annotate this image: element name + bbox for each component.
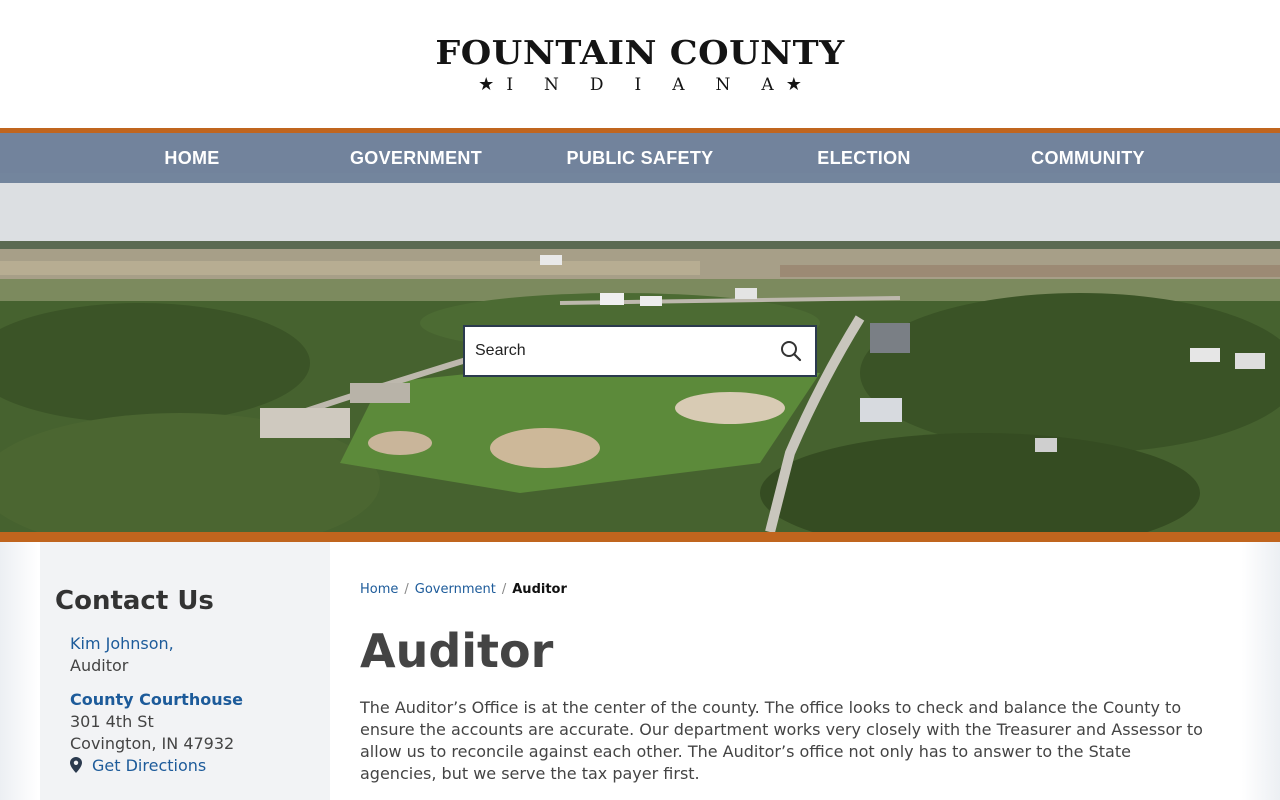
contact-role: Auditor [70, 656, 129, 675]
breadcrumb-home[interactable]: Home [360, 582, 398, 597]
page-title: Auditor [360, 624, 554, 678]
breadcrumb-separator: / [501, 582, 507, 597]
get-directions-label: Get Directions [92, 756, 207, 775]
star-icon: ★ [785, 74, 802, 95]
intro-paragraph: The Auditor’s Office is at the center of… [360, 698, 1203, 783]
contact-name-link[interactable]: Kim Johnson, [70, 634, 174, 653]
address-line2: Covington, IN 47932 [70, 734, 235, 753]
breadcrumb-government[interactable]: Government [415, 582, 496, 597]
logo-title: FOUNTAIN COUNTY [435, 33, 845, 72]
hero-accent-bar [0, 532, 1280, 542]
breadcrumb-current: Auditor [512, 582, 567, 597]
address-line1: 301 4th St [70, 712, 154, 731]
search-button[interactable] [767, 327, 815, 375]
contact-sidebar: Contact Us Kim Johnson, Auditor County C… [40, 542, 330, 800]
star-icon: ★ [478, 74, 495, 95]
get-directions-link[interactable]: Get Directions [70, 756, 206, 775]
contact-heading: Contact Us [55, 586, 214, 616]
logo-subtitle: ★ INDIANA ★ [0, 74, 1280, 95]
nav-public-safety[interactable]: PUBLIC SAFETY [528, 133, 752, 183]
logo-subtitle-text: INDIANA [506, 74, 805, 95]
search-input[interactable] [465, 341, 767, 361]
breadcrumb: Home / Government / Auditor [360, 582, 567, 597]
content-area: Contact Us Kim Johnson, Auditor County C… [0, 542, 1280, 800]
location-name: County Courthouse [70, 690, 243, 709]
county-logo[interactable]: FOUNTAIN COUNTY ★ INDIANA ★ [0, 33, 1280, 96]
main-navigation: HOME GOVERNMENT PUBLIC SAFETY ELECTION C… [0, 133, 1280, 183]
nav-community[interactable]: COMMUNITY [976, 133, 1200, 183]
search-box [463, 325, 817, 377]
nav-home[interactable]: HOME [80, 133, 304, 183]
nav-election[interactable]: ELECTION [752, 133, 976, 183]
hero-banner: HOME GOVERNMENT PUBLIC SAFETY ELECTION C… [0, 133, 1280, 532]
nav-government[interactable]: GOVERNMENT [304, 133, 528, 183]
map-pin-icon [70, 757, 82, 773]
search-icon [781, 341, 802, 362]
breadcrumb-separator: / [404, 582, 409, 597]
site-header: FOUNTAIN COUNTY ★ INDIANA ★ [0, 0, 1280, 128]
